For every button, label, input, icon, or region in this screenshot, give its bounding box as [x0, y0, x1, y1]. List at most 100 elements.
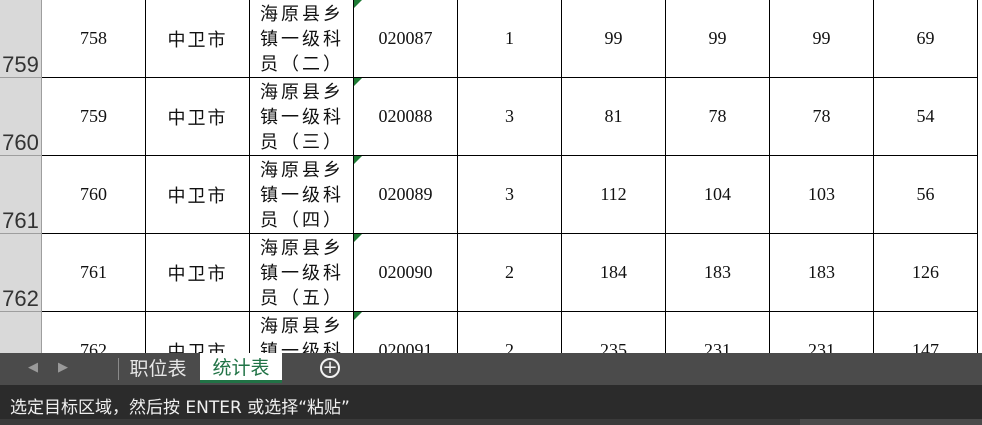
seq-cell[interactable]: 762 — [42, 312, 146, 353]
tab-statistics[interactable]: 统计表 — [200, 353, 282, 383]
seq-cell[interactable]: 760 — [42, 156, 146, 234]
seq-cell[interactable]: 761 — [42, 234, 146, 312]
add-sheet-icon[interactable]: + — [320, 358, 340, 378]
cell-value: 760 — [80, 184, 107, 204]
cell-value: 2 — [505, 340, 514, 353]
paid-cell[interactable]: 147 — [874, 312, 978, 353]
cell-value: 761 — [80, 262, 107, 282]
paid-cell[interactable]: 69 — [874, 0, 978, 78]
cell-value: 99 — [604, 28, 623, 48]
row-header[interactable]: 763 — [0, 312, 42, 353]
cell-value: 183 — [704, 262, 731, 282]
quota-cell[interactable]: 2 — [458, 234, 562, 312]
cell-value: 147 — [912, 340, 939, 353]
position-cell[interactable]: 海原县乡镇一级科员（二） — [250, 0, 354, 78]
code-cell[interactable]: 020090 — [354, 234, 458, 312]
quota-cell[interactable]: 3 — [458, 156, 562, 234]
cell-value: 020089 — [378, 184, 433, 204]
table-row: 759 758 中卫市 海原县乡镇一级科员（二） 020087 1 99 99 99 69 — [0, 0, 982, 78]
row-header[interactable]: 761 — [0, 156, 42, 234]
quota-cell[interactable]: 1 — [458, 0, 562, 78]
comment-marker-icon — [354, 156, 362, 164]
reviewed-cell[interactable]: 104 — [666, 156, 770, 234]
cell-value: 3 — [505, 184, 514, 204]
code-cell[interactable]: 020087 — [354, 0, 458, 78]
code-cell[interactable]: 020089 — [354, 156, 458, 234]
comment-marker-icon — [354, 0, 362, 8]
applicants-cell[interactable]: 235 — [562, 312, 666, 353]
city-cell[interactable]: 中卫市 — [146, 0, 250, 78]
reviewed-cell[interactable]: 183 — [666, 234, 770, 312]
cell-value: 231 — [704, 340, 731, 353]
cell-value: 56 — [916, 184, 935, 204]
cell-value: 1 — [505, 28, 514, 48]
paid-cell[interactable]: 54 — [874, 78, 978, 156]
passed-cell[interactable]: 231 — [770, 312, 874, 353]
tab-scroll-left-icon[interactable]: ◀ — [28, 360, 38, 375]
status-bar: 选定目标区域，然后按 ENTER 或选择“粘贴” — [0, 385, 982, 425]
applicants-cell[interactable]: 99 — [562, 0, 666, 78]
cell-value: 126 — [912, 262, 939, 282]
row-header[interactable]: 760 — [0, 78, 42, 156]
paid-cell[interactable]: 126 — [874, 234, 978, 312]
cell-value: 78 — [812, 106, 831, 126]
reviewed-cell[interactable]: 231 — [666, 312, 770, 353]
status-bar-strip-right — [800, 419, 982, 425]
seq-cell[interactable]: 758 — [42, 0, 146, 78]
applicants-cell[interactable]: 184 — [562, 234, 666, 312]
city-cell[interactable]: 中卫市 — [146, 156, 250, 234]
passed-cell[interactable]: 78 — [770, 78, 874, 156]
comment-marker-icon — [354, 78, 362, 86]
table-row: 760 759 中卫市 海原县乡镇一级科员（三） 020088 3 81 78 78 54 — [0, 78, 982, 156]
row-header[interactable]: 762 — [0, 234, 42, 312]
position-cell[interactable]: 海原县乡镇一级科员（四） — [250, 156, 354, 234]
cell-value: 54 — [916, 106, 935, 126]
cell-value: 762 — [80, 340, 107, 353]
cell-value: 103 — [808, 184, 835, 204]
position-cell[interactable]: 海原县乡镇一级科员（六） — [250, 312, 354, 353]
applicants-cell[interactable]: 81 — [562, 78, 666, 156]
cell-value: 海原县乡镇一级科员（二） — [260, 4, 344, 74]
passed-cell[interactable]: 103 — [770, 156, 874, 234]
quota-cell[interactable]: 3 — [458, 78, 562, 156]
quota-cell[interactable]: 2 — [458, 312, 562, 353]
cell-value: 104 — [704, 184, 731, 204]
cell-value: 中卫市 — [167, 341, 228, 354]
cell-value: 69 — [916, 28, 935, 48]
row-header[interactable]: 759 — [0, 0, 42, 78]
code-cell[interactable]: 020091 — [354, 312, 458, 353]
tab-positions[interactable]: 职位表 — [122, 353, 194, 381]
city-cell[interactable]: 中卫市 — [146, 312, 250, 353]
paid-cell[interactable]: 56 — [874, 156, 978, 234]
passed-cell[interactable]: 183 — [770, 234, 874, 312]
cell-value: 中卫市 — [167, 29, 228, 50]
spreadsheet-grid[interactable]: 759 758 中卫市 海原县乡镇一级科员（二） 020087 1 99 99 99 69 760 7… — [0, 0, 982, 353]
tab-divider — [118, 358, 119, 380]
tab-scroll-right-icon[interactable]: ▶ — [58, 360, 68, 375]
cell-value: 81 — [604, 106, 623, 126]
cell-value: 020090 — [378, 262, 433, 282]
table-row: 762 761 中卫市 海原县乡镇一级科员（五） 020090 2 184 183 183 126 — [0, 234, 982, 312]
cell-value: 海原县乡镇一级科员（三） — [260, 82, 344, 152]
cell-value: 235 — [600, 340, 627, 353]
position-cell[interactable]: 海原县乡镇一级科员（五） — [250, 234, 354, 312]
passed-cell[interactable]: 99 — [770, 0, 874, 78]
code-cell[interactable]: 020088 — [354, 78, 458, 156]
applicants-cell[interactable]: 112 — [562, 156, 666, 234]
cell-value: 231 — [808, 340, 835, 353]
reviewed-cell[interactable]: 78 — [666, 78, 770, 156]
cell-value: 78 — [708, 106, 727, 126]
city-cell[interactable]: 中卫市 — [146, 234, 250, 312]
cell-value: 99 — [812, 28, 831, 48]
seq-cell[interactable]: 759 — [42, 78, 146, 156]
cell-value: 2 — [505, 262, 514, 282]
position-cell[interactable]: 海原县乡镇一级科员（三） — [250, 78, 354, 156]
cell-value: 183 — [808, 262, 835, 282]
city-cell[interactable]: 中卫市 — [146, 78, 250, 156]
reviewed-cell[interactable]: 99 — [666, 0, 770, 78]
cell-value: 020088 — [378, 106, 433, 126]
cell-value: 3 — [505, 106, 514, 126]
cell-value: 020091 — [378, 340, 433, 353]
cell-value: 112 — [600, 184, 627, 204]
cell-value: 中卫市 — [167, 107, 228, 128]
